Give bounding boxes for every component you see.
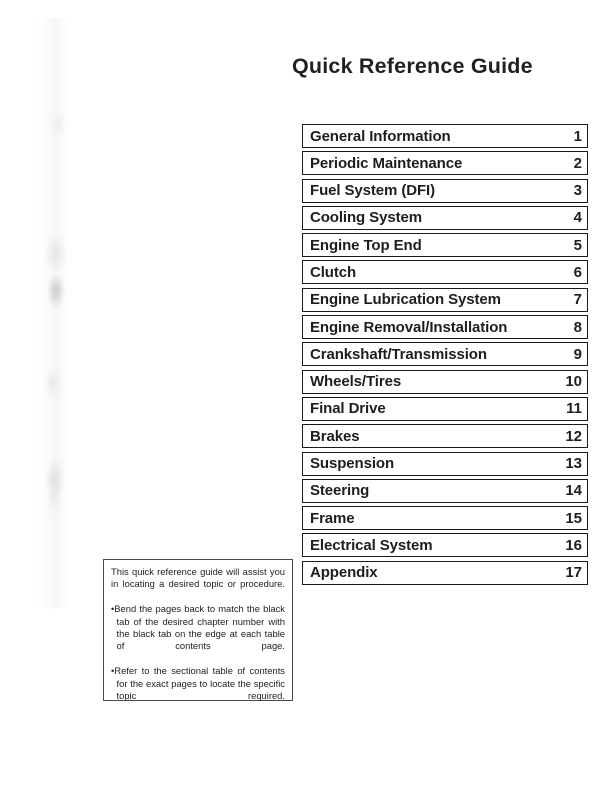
chapter-row[interactable]: Appendix 17 xyxy=(302,560,588,585)
chapter-number: 1 xyxy=(573,127,582,145)
chapter-row[interactable]: Suspension 13 xyxy=(302,451,588,476)
chapter-row[interactable]: Engine Lubrication System 7 xyxy=(302,287,588,312)
chapter-number: 15 xyxy=(565,509,582,527)
chapter-number: 5 xyxy=(573,236,582,254)
note-bullet-text: Bend the pages back to match the black t… xyxy=(114,603,285,652)
chapter-number: 8 xyxy=(573,318,582,336)
note-intro-text: This quick reference guide will assist y… xyxy=(111,566,285,590)
chapter-name: Wheels/Tires xyxy=(310,374,402,390)
chapter-number: 7 xyxy=(573,291,582,309)
chapter-number: 17 xyxy=(565,564,582,582)
chapter-row[interactable]: Clutch 6 xyxy=(302,260,588,285)
chapter-row[interactable]: Crankshaft/Transmission 9 xyxy=(302,342,588,367)
scan-artifact-smudge-dense xyxy=(44,268,68,314)
chapter-number: 6 xyxy=(573,263,582,281)
chapter-row[interactable]: Periodic Maintenance 2 xyxy=(302,151,588,176)
chapter-row[interactable]: Frame 15 xyxy=(302,506,588,531)
chapter-row[interactable]: General Information 1 xyxy=(302,124,588,148)
chapter-name: Fuel System (DFI) xyxy=(310,183,435,199)
chapter-name: General Information xyxy=(310,128,451,144)
chapter-name: Cooling System xyxy=(310,210,422,226)
chapter-name: Engine Lubrication System xyxy=(310,292,501,308)
chapter-number: 10 xyxy=(565,373,582,391)
chapter-name: Engine Top End xyxy=(310,237,422,253)
chapter-row[interactable]: Brakes 12 xyxy=(302,424,588,449)
chapter-number: 4 xyxy=(573,209,582,227)
chapter-row[interactable]: Cooling System 4 xyxy=(302,205,588,230)
chapter-name: Periodic Maintenance xyxy=(310,155,463,171)
chapter-row[interactable]: Electrical System 16 xyxy=(302,533,588,558)
chapter-row[interactable]: Engine Top End 5 xyxy=(302,233,588,258)
chapter-row[interactable]: Steering 14 xyxy=(302,478,588,503)
chapter-name: Frame xyxy=(310,510,355,526)
note-bullet-item: •Refer to the sectional table of content… xyxy=(111,665,285,715)
chapter-name: Appendix xyxy=(310,565,378,581)
chapter-name: Crankshaft/Transmission xyxy=(310,346,487,362)
note-box: This quick reference guide will assist y… xyxy=(103,559,293,701)
chapter-number: 11 xyxy=(566,400,582,418)
note-bullet-item: •Bend the pages back to match the black … xyxy=(111,603,285,665)
chapter-name: Steering xyxy=(310,483,370,499)
chapter-number: 9 xyxy=(573,345,582,363)
chapter-name: Suspension xyxy=(310,456,395,472)
note-bullet-text: Refer to the sectional table of contents… xyxy=(114,665,285,702)
chapter-row[interactable]: Final Drive 11 xyxy=(302,396,588,421)
chapter-row[interactable]: Engine Removal/Installation 8 xyxy=(302,315,588,340)
scan-artifact-smudge xyxy=(38,18,72,608)
chapter-name: Engine Removal/Installation xyxy=(310,319,508,335)
chapter-name: Electrical System xyxy=(310,537,433,553)
chapter-number: 3 xyxy=(573,182,582,200)
chapter-name: Brakes xyxy=(310,428,360,444)
chapter-number: 14 xyxy=(565,482,582,500)
chapter-number: 2 xyxy=(573,154,582,172)
chapter-name: Final Drive xyxy=(310,401,386,417)
scan-artifact-smudge-dense-lower xyxy=(42,450,68,510)
chapter-name: Clutch xyxy=(310,264,357,280)
chapter-number: 12 xyxy=(565,427,582,445)
chapter-number: 16 xyxy=(565,536,582,554)
chapter-row[interactable]: Fuel System (DFI) 3 xyxy=(302,178,588,203)
chapter-index-table: General Information 1 Periodic Maintenance… xyxy=(302,124,588,588)
chapter-row[interactable]: Wheels/Tires 10 xyxy=(302,369,588,394)
chapter-number: 13 xyxy=(565,455,582,473)
page-title: Quick Reference Guide xyxy=(292,54,533,78)
